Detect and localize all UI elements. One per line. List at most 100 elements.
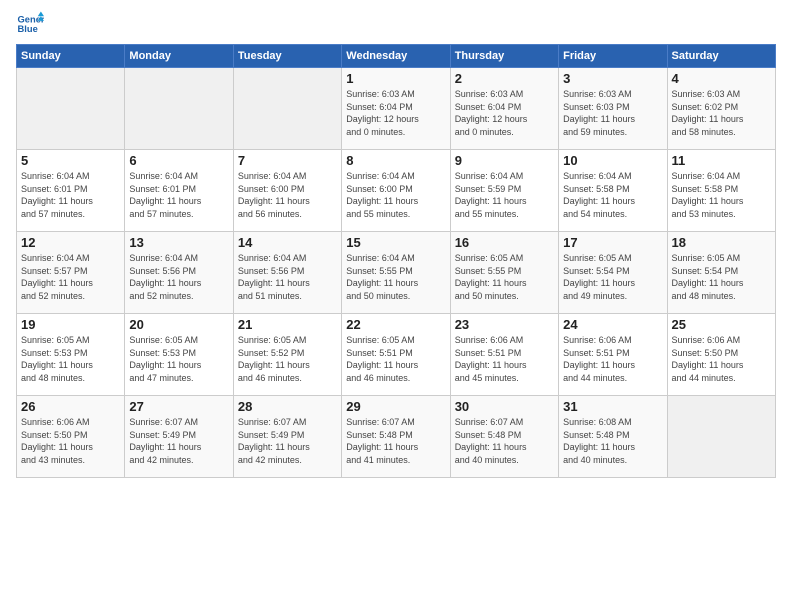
calendar-cell: 18 Sunrise: 6:05 AM Sunset: 5:54 PM Dayli… <box>667 232 775 314</box>
day-info: Sunrise: 6:06 AM Sunset: 5:50 PM Dayligh… <box>672 334 771 384</box>
day-number: 9 <box>455 153 554 168</box>
day-info: Sunrise: 6:07 AM Sunset: 5:48 PM Dayligh… <box>455 416 554 466</box>
day-number: 25 <box>672 317 771 332</box>
calendar-week-3: 12 Sunrise: 6:04 AM Sunset: 5:57 PM Dayli… <box>17 232 776 314</box>
day-info: Sunrise: 6:04 AM Sunset: 5:59 PM Dayligh… <box>455 170 554 220</box>
calendar-cell: 14 Sunrise: 6:04 AM Sunset: 5:56 PM Dayli… <box>233 232 341 314</box>
svg-text:Blue: Blue <box>18 24 38 34</box>
day-number: 3 <box>563 71 662 86</box>
day-number: 18 <box>672 235 771 250</box>
calendar-cell: 25 Sunrise: 6:06 AM Sunset: 5:50 PM Dayli… <box>667 314 775 396</box>
day-number: 29 <box>346 399 445 414</box>
day-number: 31 <box>563 399 662 414</box>
weekday-header-thursday: Thursday <box>450 45 558 68</box>
calendar-cell: 30 Sunrise: 6:07 AM Sunset: 5:48 PM Dayli… <box>450 396 558 478</box>
day-number: 22 <box>346 317 445 332</box>
weekday-header-saturday: Saturday <box>667 45 775 68</box>
day-number: 30 <box>455 399 554 414</box>
day-number: 27 <box>129 399 228 414</box>
calendar-cell: 17 Sunrise: 6:05 AM Sunset: 5:54 PM Dayli… <box>559 232 667 314</box>
day-number: 19 <box>21 317 120 332</box>
weekday-header-tuesday: Tuesday <box>233 45 341 68</box>
calendar-cell: 19 Sunrise: 6:05 AM Sunset: 5:53 PM Dayli… <box>17 314 125 396</box>
day-number: 24 <box>563 317 662 332</box>
day-number: 17 <box>563 235 662 250</box>
calendar-header: SundayMondayTuesdayWednesdayThursdayFrid… <box>17 45 776 68</box>
calendar-cell: 6 Sunrise: 6:04 AM Sunset: 6:01 PM Daylig… <box>125 150 233 232</box>
calendar-cell: 8 Sunrise: 6:04 AM Sunset: 6:00 PM Daylig… <box>342 150 450 232</box>
calendar-cell: 21 Sunrise: 6:05 AM Sunset: 5:52 PM Dayli… <box>233 314 341 396</box>
day-info: Sunrise: 6:04 AM Sunset: 6:01 PM Dayligh… <box>129 170 228 220</box>
day-info: Sunrise: 6:05 AM Sunset: 5:54 PM Dayligh… <box>563 252 662 302</box>
calendar-cell: 16Sunrise: 6:05 AM Sunset: 5:55 PM Dayli… <box>450 232 558 314</box>
calendar-cell: 28Sunrise: 6:07 AM Sunset: 5:49 PM Dayli… <box>233 396 341 478</box>
calendar-cell: 5Sunrise: 6:04 AM Sunset: 6:01 PM Daylig… <box>17 150 125 232</box>
day-number: 4 <box>672 71 771 86</box>
calendar-cell <box>17 68 125 150</box>
day-info: Sunrise: 6:04 AM Sunset: 5:56 PM Dayligh… <box>129 252 228 302</box>
day-info: Sunrise: 6:05 AM Sunset: 5:53 PM Dayligh… <box>21 334 120 384</box>
day-info: Sunrise: 6:04 AM Sunset: 6:00 PM Dayligh… <box>346 170 445 220</box>
day-info: Sunrise: 6:05 AM Sunset: 5:54 PM Dayligh… <box>672 252 771 302</box>
calendar-cell: 12 Sunrise: 6:04 AM Sunset: 5:57 PM Dayli… <box>17 232 125 314</box>
day-info: Sunrise: 6:06 AM Sunset: 5:51 PM Dayligh… <box>563 334 662 384</box>
day-info: Sunrise: 6:05 AM Sunset: 5:53 PM Dayligh… <box>129 334 228 384</box>
day-info: Sunrise: 6:06 AM Sunset: 5:51 PM Dayligh… <box>455 334 554 384</box>
calendar-cell: 20 Sunrise: 6:05 AM Sunset: 5:53 PM Dayli… <box>125 314 233 396</box>
calendar-week-5: 26 Sunrise: 6:06 AM Sunset: 5:50 PM Dayli… <box>17 396 776 478</box>
day-number: 23 <box>455 317 554 332</box>
day-number: 6 <box>129 153 228 168</box>
calendar-cell: 10 Sunrise: 6:04 AM Sunset: 5:58 PM Dayli… <box>559 150 667 232</box>
day-number: 12 <box>21 235 120 250</box>
day-info: Sunrise: 6:04 AM Sunset: 5:58 PM Dayligh… <box>563 170 662 220</box>
calendar-cell: 9 Sunrise: 6:04 AM Sunset: 5:59 PM Daylig… <box>450 150 558 232</box>
day-info: Sunrise: 6:05 AM Sunset: 5:51 PM Dayligh… <box>346 334 445 384</box>
calendar-cell: 29Sunrise: 6:07 AM Sunset: 5:48 PM Dayli… <box>342 396 450 478</box>
calendar-cell: 27 Sunrise: 6:07 AM Sunset: 5:49 PM Dayli… <box>125 396 233 478</box>
day-info: Sunrise: 6:03 AM Sunset: 6:02 PM Dayligh… <box>672 88 771 138</box>
day-number: 26 <box>21 399 120 414</box>
logo: General Blue <box>16 10 44 38</box>
calendar-week-1: 1Sunrise: 6:03 AM Sunset: 6:04 PM Daylig… <box>17 68 776 150</box>
weekday-header-row: SundayMondayTuesdayWednesdayThursdayFrid… <box>17 45 776 68</box>
day-info: Sunrise: 6:08 AM Sunset: 5:48 PM Dayligh… <box>563 416 662 466</box>
calendar-cell: 26 Sunrise: 6:06 AM Sunset: 5:50 PM Dayli… <box>17 396 125 478</box>
calendar-cell: 1Sunrise: 6:03 AM Sunset: 6:04 PM Daylig… <box>342 68 450 150</box>
day-number: 14 <box>238 235 337 250</box>
day-number: 20 <box>129 317 228 332</box>
calendar-week-4: 19 Sunrise: 6:05 AM Sunset: 5:53 PM Dayli… <box>17 314 776 396</box>
day-info: Sunrise: 6:04 AM Sunset: 5:57 PM Dayligh… <box>21 252 120 302</box>
day-number: 2 <box>455 71 554 86</box>
day-info: Sunrise: 6:07 AM Sunset: 5:49 PM Dayligh… <box>129 416 228 466</box>
calendar-cell: 15 Sunrise: 6:04 AM Sunset: 5:55 PM Dayli… <box>342 232 450 314</box>
weekday-header-friday: Friday <box>559 45 667 68</box>
calendar-week-2: 5Sunrise: 6:04 AM Sunset: 6:01 PM Daylig… <box>17 150 776 232</box>
day-number: 11 <box>672 153 771 168</box>
day-number: 8 <box>346 153 445 168</box>
day-info: Sunrise: 6:07 AM Sunset: 5:49 PM Dayligh… <box>238 416 337 466</box>
calendar-cell: 4 Sunrise: 6:03 AM Sunset: 6:02 PM Daylig… <box>667 68 775 150</box>
day-number: 13 <box>129 235 228 250</box>
weekday-header-wednesday: Wednesday <box>342 45 450 68</box>
weekday-header-sunday: Sunday <box>17 45 125 68</box>
calendar-table: SundayMondayTuesdayWednesdayThursdayFrid… <box>16 44 776 478</box>
day-info: Sunrise: 6:04 AM Sunset: 5:56 PM Dayligh… <box>238 252 337 302</box>
calendar-cell: 3Sunrise: 6:03 AM Sunset: 6:03 PM Daylig… <box>559 68 667 150</box>
day-info: Sunrise: 6:04 AM Sunset: 5:58 PM Dayligh… <box>672 170 771 220</box>
day-number: 15 <box>346 235 445 250</box>
calendar-cell: 13 Sunrise: 6:04 AM Sunset: 5:56 PM Dayli… <box>125 232 233 314</box>
day-info: Sunrise: 6:04 AM Sunset: 5:55 PM Dayligh… <box>346 252 445 302</box>
day-number: 10 <box>563 153 662 168</box>
day-info: Sunrise: 6:04 AM Sunset: 6:00 PM Dayligh… <box>238 170 337 220</box>
calendar-cell: 11 Sunrise: 6:04 AM Sunset: 5:58 PM Dayli… <box>667 150 775 232</box>
day-info: Sunrise: 6:06 AM Sunset: 5:50 PM Dayligh… <box>21 416 120 466</box>
day-number: 16 <box>455 235 554 250</box>
page-container: General Blue SundayMondayTuesdayWednesda… <box>0 0 792 486</box>
day-number: 1 <box>346 71 445 86</box>
calendar-cell <box>233 68 341 150</box>
calendar-cell <box>667 396 775 478</box>
day-number: 21 <box>238 317 337 332</box>
day-info: Sunrise: 6:04 AM Sunset: 6:01 PM Dayligh… <box>21 170 120 220</box>
calendar-cell: 2Sunrise: 6:03 AM Sunset: 6:04 PM Daylig… <box>450 68 558 150</box>
day-info: Sunrise: 6:05 AM Sunset: 5:52 PM Dayligh… <box>238 334 337 384</box>
